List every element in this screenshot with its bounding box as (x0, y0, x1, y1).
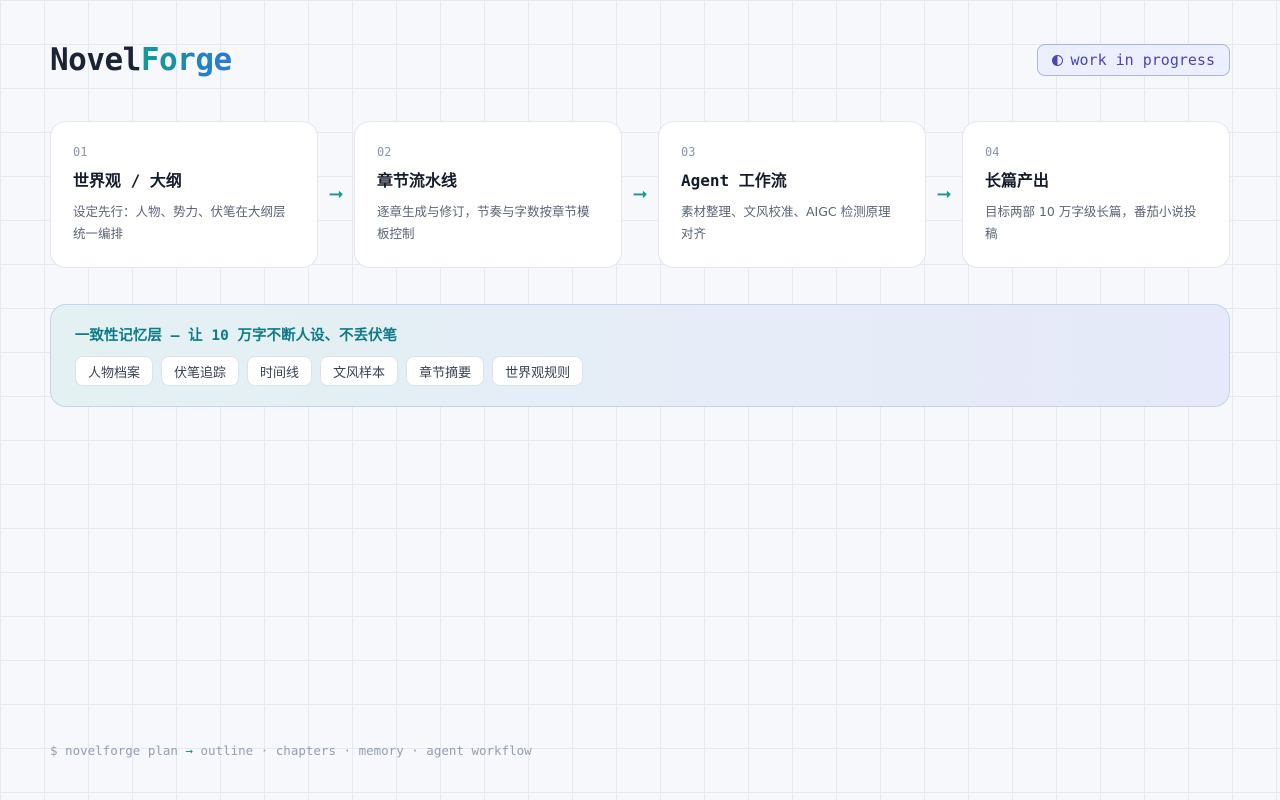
memory-layer-panel: 一致性记忆层 — 让 10 万字不断人设、不丢伏笔 人物档案 伏笔追踪 时间线 … (50, 304, 1230, 407)
brand-name-part-b: Forge (140, 42, 232, 78)
step-card-worldbuilding: 01 世界观 / 大纲 设定先行：人物、势力、伏笔在大纲层统一编排 (50, 121, 318, 268)
step-title: Agent 工作流 (681, 171, 787, 190)
step-number: 03 (681, 145, 696, 159)
memory-tag: 文风样本 (320, 356, 399, 386)
step-description: 目标两部 10 万字级长篇，番茄小说投稿 (985, 204, 1197, 241)
step-card-long-form-output: 04 长篇产出 目标两部 10 万字级长篇，番茄小说投稿 (962, 121, 1230, 268)
step-card-chapter-pipeline: 02 章节流水线 逐章生成与修订，节奏与字数按章节模板控制 (354, 121, 622, 268)
memory-tag: 伏笔追踪 (161, 356, 240, 386)
cli-steps: outline · chapters · memory · agent work… (193, 743, 532, 758)
arrow-right-icon: ➞ (936, 184, 952, 205)
step-number: 02 (377, 145, 392, 159)
status-badge: work in progress (1036, 44, 1230, 76)
pipeline: 01 世界观 / 大纲 设定先行：人物、势力、伏笔在大纲层统一编排 ➞ 02 章… (50, 121, 1230, 268)
arrow-right-icon: ➞ (328, 184, 344, 205)
step-title: 长篇产出 (985, 171, 1050, 190)
memory-tag-list: 人物档案 伏笔追踪 时间线 文风样本 章节摘要 世界观规则 (75, 356, 1205, 386)
cli-command-line: $ novelforge plan → outline · chapters ·… (50, 742, 532, 760)
memory-layer-title: 一致性记忆层 — 让 10 万字不断人设、不丢伏笔 (75, 328, 398, 344)
memory-tag: 时间线 (247, 356, 313, 386)
step-card-agent-workflow: 03 Agent 工作流 素材整理、文风校准、AIGC 检测原理对齐 (658, 121, 926, 268)
step-title: 章节流水线 (377, 171, 458, 190)
cli-prompt: $ novelforge plan (50, 743, 186, 758)
status-badge-label: work in progress (1070, 51, 1216, 69)
memory-tag: 章节摘要 (406, 356, 485, 386)
cli-arrow-icon: → (185, 743, 193, 758)
step-description: 设定先行：人物、势力、伏笔在大纲层统一编排 (73, 204, 286, 241)
brand-logo: NovelForge (50, 40, 232, 80)
memory-tag: 世界观规则 (492, 356, 584, 386)
brand-name-part-a: Novel (50, 42, 141, 78)
step-description: 逐章生成与修订，节奏与字数按章节模板控制 (377, 204, 590, 241)
half-circle-icon (1051, 54, 1063, 66)
step-number: 01 (73, 145, 88, 159)
step-title: 世界观 / 大纲 (73, 171, 182, 190)
step-number: 04 (985, 145, 1000, 159)
arrow-right-icon: ➞ (632, 184, 648, 205)
step-description: 素材整理、文风校准、AIGC 检测原理对齐 (681, 204, 891, 241)
memory-tag: 人物档案 (75, 356, 154, 386)
